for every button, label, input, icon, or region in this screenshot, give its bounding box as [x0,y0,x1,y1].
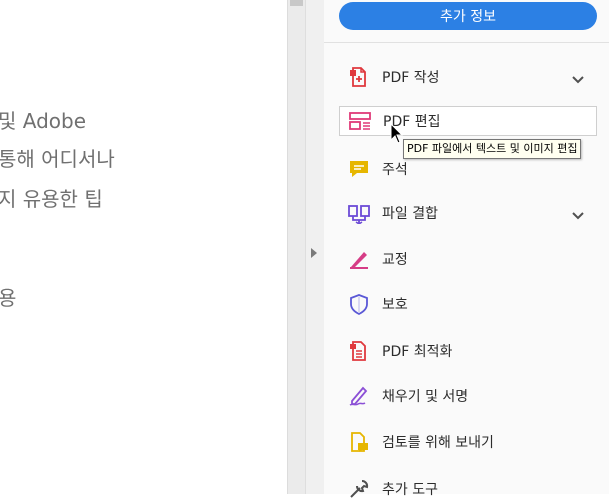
more-tools-icon [347,477,371,501]
protect-icon [347,292,371,316]
tool-label: 주석 [382,162,408,178]
fill-sign-icon [347,384,371,408]
collapse-arrow-icon[interactable] [311,248,317,258]
tool-optimize-pdf[interactable]: PDF 최적화 [339,336,597,366]
document-text-line: 및 Adobe [0,109,87,133]
tool-protect[interactable]: 보호 [339,289,597,319]
document-text-line: 지 유용한 팁 [0,187,103,211]
tool-fill-sign[interactable]: 채우기 및 서명 [339,381,597,411]
tool-label: 채우기 및 서명 [382,389,469,405]
panel-collapse-strip[interactable] [305,0,325,494]
comment-icon [347,157,371,181]
tool-create-pdf[interactable]: PDF 작성 [339,62,597,92]
tool-label: 교정 [382,252,408,268]
chevron-down-icon[interactable] [571,70,585,89]
redact-icon [347,247,371,271]
document-text-line: 용 [0,286,17,310]
tool-label: 파일 결합 [382,206,438,222]
create-pdf-icon [347,65,371,89]
tool-label: 보호 [382,297,408,313]
more-info-button[interactable]: 추가 정보 [339,2,597,30]
optimize-pdf-icon [347,339,371,363]
tool-combine-files[interactable]: 파일 결합 [339,198,597,228]
tool-redact[interactable]: 교정 [339,244,597,274]
tool-send-for-review[interactable]: 검토를 위해 보내기 [339,427,597,457]
tool-label: 검토를 위해 보내기 [382,435,494,451]
document-text-line: 통해 어디서나 [0,147,115,171]
tools-panel: 추가 정보 PDF 작성 PDF 편집 주석 파일 결합 교정 보호 PDF 최… [324,0,609,498]
tool-label: 추가 도구 [382,482,438,498]
tool-label: PDF 최적화 [382,344,453,360]
panel-divider [324,42,609,43]
combine-files-icon [347,201,371,225]
document-scrollbar[interactable] [287,0,305,494]
chevron-down-icon[interactable] [571,206,585,225]
tooltip: PDF 파일에서 텍스트 및 이미지 편집 [403,139,582,159]
mouse-cursor-icon [390,123,404,144]
tool-edit-pdf[interactable]: PDF 편집 [339,106,597,136]
document-view: 및 Adobe 통해 어디서나 지 유용한 팁 용 [0,0,287,494]
tool-more-tools[interactable]: 추가 도구 [339,474,597,504]
send-for-review-icon [347,430,371,454]
scrollbar-thumb[interactable] [290,0,303,6]
edit-pdf-icon [348,109,372,133]
tool-label: PDF 작성 [382,70,440,86]
